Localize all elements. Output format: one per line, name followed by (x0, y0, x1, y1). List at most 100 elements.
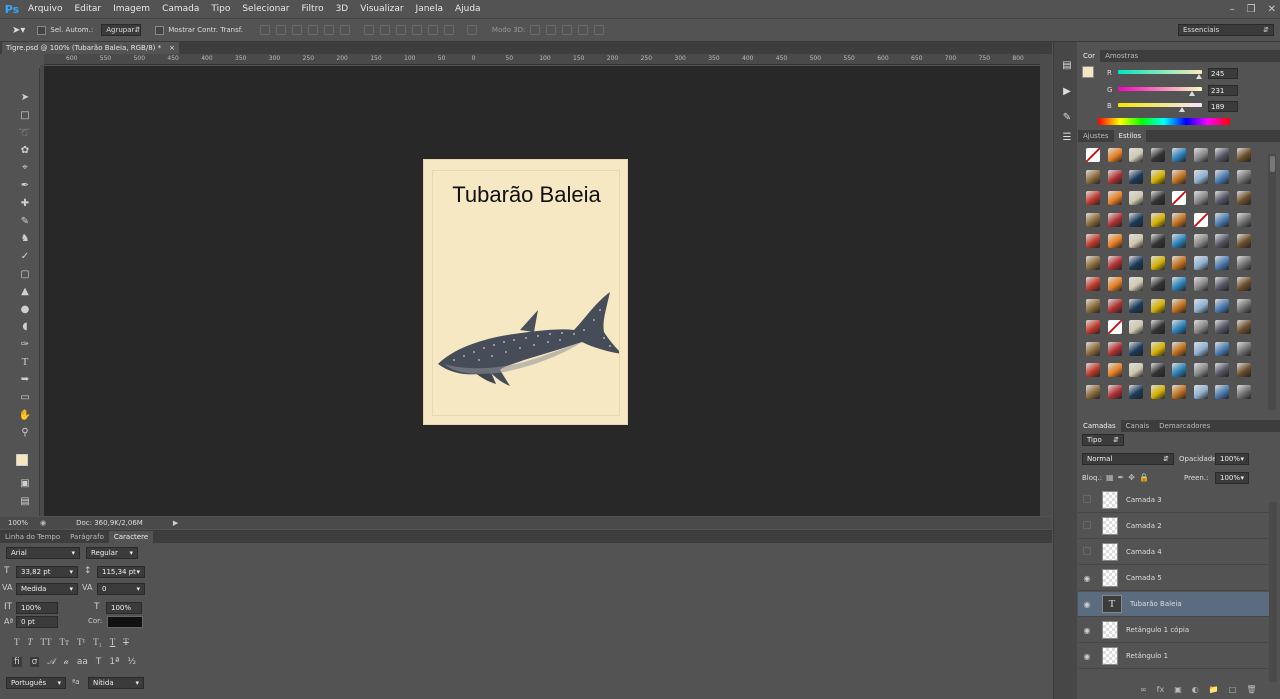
old-style-icon[interactable]: σ (29, 657, 40, 667)
screen-mode-icon[interactable]: ▤ (18, 494, 32, 508)
document-tab[interactable]: Tigre.psd @ 100% (Tubarão Baleia, RGB/8)… (2, 42, 179, 54)
tracking-field[interactable]: 0 ▾ (97, 583, 145, 595)
style-swatch[interactable] (1107, 298, 1122, 313)
style-swatch[interactable] (1215, 384, 1229, 399)
delete-layer-icon[interactable]: 🗑 (1246, 685, 1256, 694)
color-spectrum[interactable] (1098, 118, 1230, 125)
kerning-field[interactable]: Medida ▾ (16, 583, 78, 595)
distribute-vcenter-icon[interactable] (379, 25, 390, 35)
style-swatch[interactable] (1107, 212, 1122, 227)
menu-imagem[interactable]: Imagem (107, 0, 156, 18)
style-swatch[interactable] (1236, 341, 1251, 356)
layer-style-icon[interactable]: fx (1157, 685, 1165, 694)
style-swatch[interactable] (1172, 320, 1186, 334)
rectangle-tool-icon[interactable]: ▭ (18, 390, 32, 404)
canvas-text-layer[interactable]: Tubarão Baleia (424, 182, 629, 208)
style-swatch[interactable] (1172, 148, 1186, 162)
style-swatch[interactable] (1236, 212, 1251, 227)
fill-field[interactable]: 100% ▾ (1215, 472, 1249, 484)
menu-camada[interactable]: Camada (156, 0, 205, 18)
menu-visualizar[interactable]: Visualizar (354, 0, 409, 18)
quick-mask-icon[interactable]: ▣ (18, 476, 32, 490)
canvas-vertical-scrollbar[interactable] (1040, 54, 1052, 516)
faux-italic-icon[interactable]: T (28, 637, 33, 647)
distribute-top-icon[interactable] (363, 25, 374, 35)
layer-row[interactable]: Camada 2 (1078, 514, 1269, 539)
style-swatch[interactable] (1236, 363, 1251, 377)
style-swatch[interactable] (1172, 169, 1186, 184)
tab-paragraph[interactable]: Parágrafo (65, 531, 109, 543)
style-swatch[interactable] (1150, 234, 1165, 248)
tab-layers[interactable]: Camadas (1078, 420, 1121, 432)
crop-tool-icon[interactable]: ⌖ (18, 160, 32, 174)
style-swatch[interactable] (1086, 169, 1100, 184)
3d-roll-icon[interactable] (546, 25, 557, 35)
stylistic-alternates-icon[interactable]: 𝒶 (64, 657, 69, 667)
style-swatch[interactable] (1129, 320, 1143, 334)
style-swatch[interactable] (1236, 320, 1251, 334)
style-swatch[interactable] (1107, 341, 1122, 356)
faux-bold-icon[interactable]: T (14, 637, 20, 647)
style-swatch[interactable] (1129, 148, 1143, 162)
new-group-icon[interactable]: 📁 (1209, 685, 1219, 694)
zoom-tool-icon[interactable]: ⚲ (18, 425, 32, 439)
style-swatch[interactable] (1193, 191, 1208, 205)
layer-visibility-icon[interactable]: ◉ (1078, 652, 1096, 661)
tab-channels[interactable]: Canais (1121, 420, 1155, 432)
eyedropper-tool-icon[interactable]: ✒ (18, 178, 32, 192)
style-swatch[interactable] (1086, 363, 1100, 377)
style-swatch[interactable] (1150, 255, 1165, 270)
ligatures-icon[interactable]: fi (12, 657, 22, 667)
style-swatch[interactable] (1236, 169, 1251, 184)
r-slider-thumb[interactable] (1196, 74, 1202, 79)
style-swatch[interactable] (1172, 298, 1186, 313)
vertical-scale-field[interactable]: 100% (16, 602, 58, 614)
3d-pan-icon[interactable] (562, 25, 573, 35)
style-swatch[interactable] (1236, 298, 1251, 313)
tab-character[interactable]: Caractere (108, 531, 154, 543)
style-swatch[interactable] (1150, 148, 1165, 162)
font-size-field[interactable]: 33,82 pt ▾ (16, 566, 78, 578)
g-value[interactable]: 231 (1208, 85, 1238, 96)
style-swatch[interactable] (1107, 148, 1122, 162)
style-swatch[interactable] (1107, 255, 1122, 270)
style-swatch[interactable] (1193, 363, 1208, 377)
style-swatch[interactable] (1086, 320, 1100, 334)
style-swatch[interactable] (1086, 277, 1100, 291)
style-swatch[interactable] (1193, 169, 1208, 184)
align-bottom-icon[interactable] (291, 25, 302, 35)
style-swatch[interactable] (1172, 341, 1186, 356)
close-tab-icon[interactable]: × (169, 42, 175, 54)
style-swatch[interactable] (1236, 384, 1251, 399)
style-swatch[interactable] (1107, 277, 1122, 291)
all-caps-icon[interactable]: TT (41, 637, 52, 647)
style-swatch[interactable] (1086, 341, 1100, 356)
style-swatch[interactable] (1193, 255, 1208, 270)
marquee-tool-icon[interactable]: □ (18, 108, 32, 122)
history-brush-tool-icon[interactable]: ✓ (18, 249, 32, 263)
style-swatch[interactable] (1150, 341, 1165, 356)
tab-timeline[interactable]: Linha do Tempo (0, 531, 65, 543)
history-icon[interactable]: ▤ (1061, 60, 1073, 72)
opacity-field[interactable]: 100% ▾ (1215, 453, 1249, 465)
ornaments-icon[interactable]: T (96, 657, 102, 667)
baseline-shift-field[interactable]: 0 pt (16, 616, 58, 628)
style-swatch[interactable] (1215, 277, 1229, 291)
layer-row[interactable]: ◉ Retângulo 1 cópia (1078, 618, 1269, 643)
style-swatch[interactable] (1150, 363, 1165, 377)
style-swatch[interactable] (1086, 298, 1100, 313)
style-swatch[interactable] (1215, 234, 1229, 248)
tab-adjustments[interactable]: Ajustes (1078, 130, 1114, 142)
workspace-dropdown[interactable]: Essenciais ⇵ (1178, 24, 1274, 36)
layer-visibility-icon[interactable]: ◉ (1078, 626, 1096, 635)
style-swatch[interactable] (1215, 255, 1229, 270)
properties-icon[interactable]: ☰ (1061, 132, 1073, 144)
style-swatch[interactable] (1129, 341, 1143, 356)
eraser-tool-icon[interactable]: ▢ (18, 267, 32, 281)
quick-select-tool-icon[interactable]: ✿ (18, 143, 32, 157)
style-swatch[interactable] (1086, 191, 1100, 205)
3d-rotate-icon[interactable] (530, 25, 541, 35)
style-swatch[interactable] (1086, 255, 1100, 270)
3d-slide-icon[interactable] (578, 25, 589, 35)
style-swatch[interactable] (1172, 234, 1186, 248)
